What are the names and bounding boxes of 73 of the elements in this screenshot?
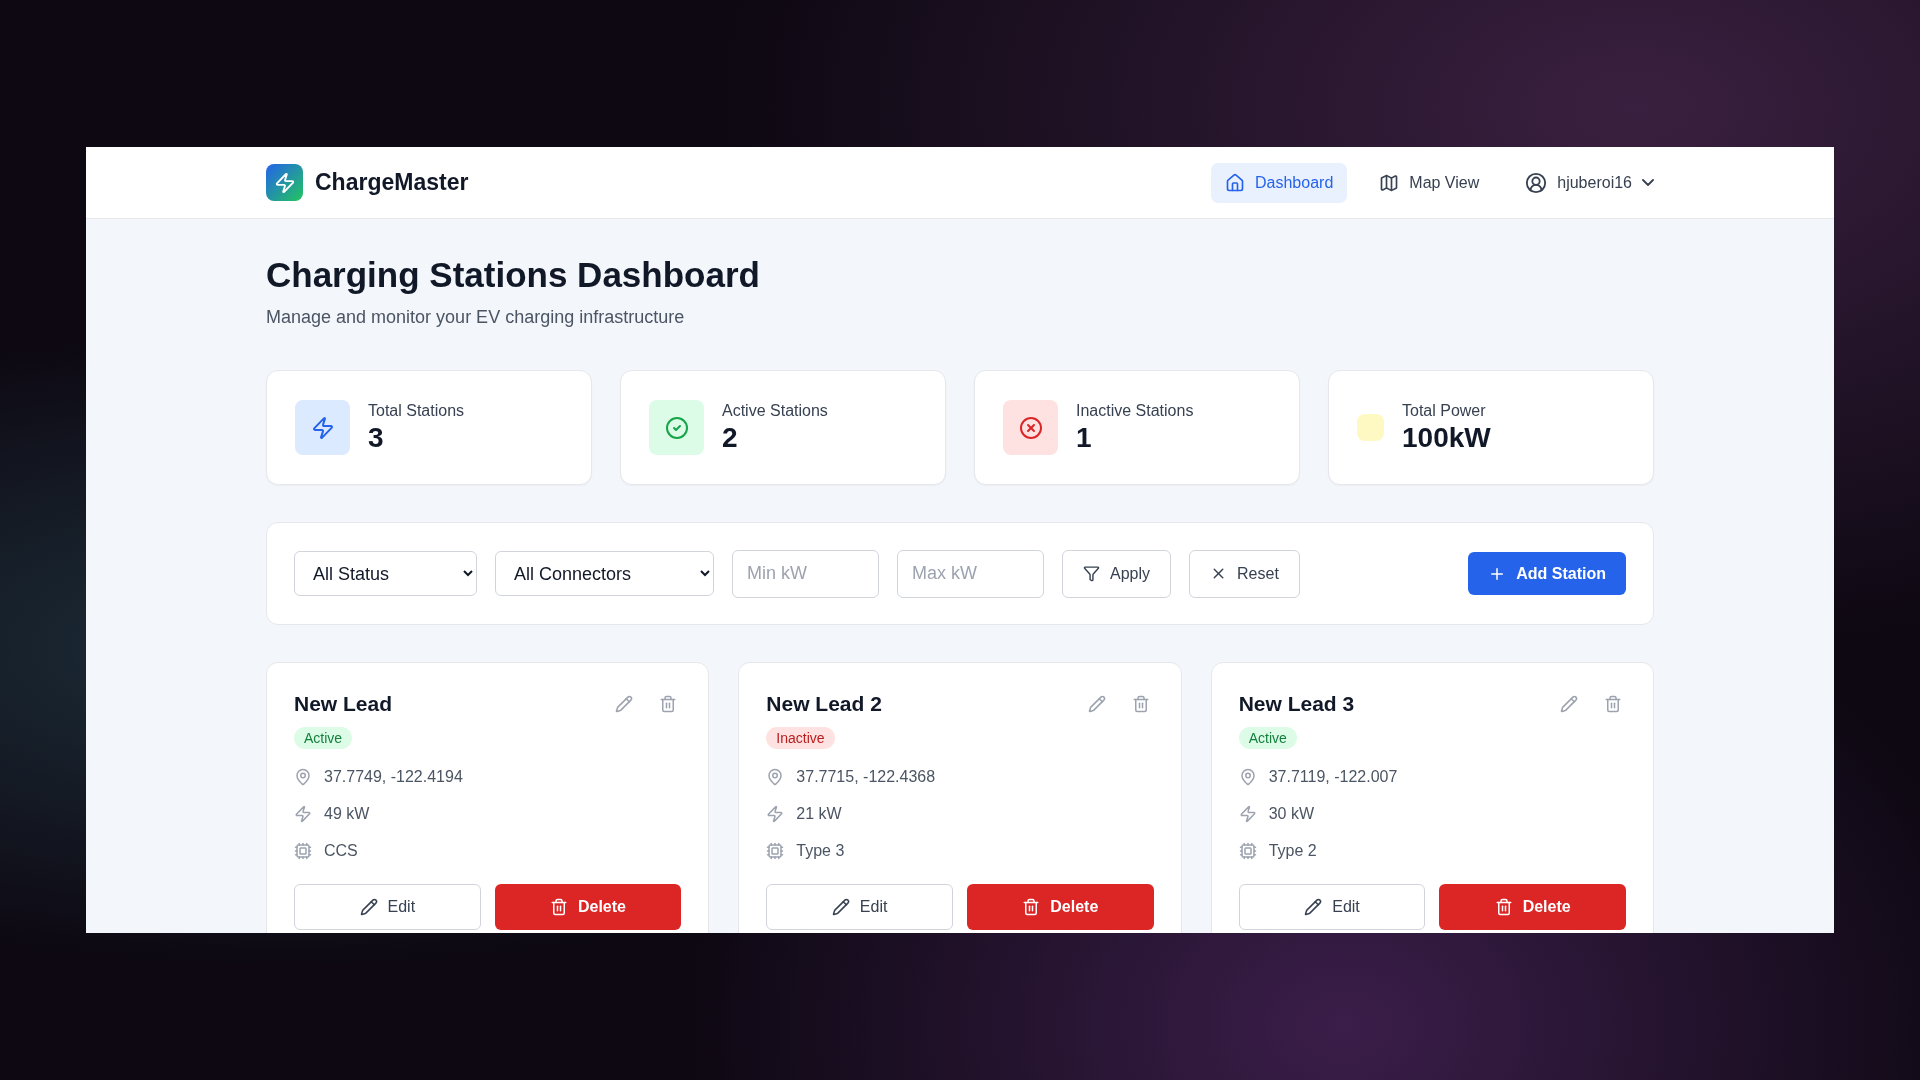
stat-value: 1: [1076, 421, 1093, 454]
trash-icon: [1604, 695, 1622, 713]
pencil-icon: [1560, 695, 1578, 713]
nav-link[interactable]: Map View: [1365, 162, 1494, 203]
station-power: 30 kW: [1268, 805, 1314, 823]
station-power: 49 kW: [324, 805, 370, 823]
station-connector: CCS: [324, 842, 358, 860]
trash-icon: [659, 695, 678, 713]
chevron-down-icon: [1642, 179, 1654, 186]
delete-button[interactable]: Delete: [967, 884, 1154, 930]
logo-icon: [266, 164, 303, 201]
delete-button[interactable]: Delete: [1439, 884, 1626, 930]
station-power: 21 kW: [796, 805, 842, 823]
user-icon: [1525, 171, 1548, 194]
station-connector: Type 2: [1268, 842, 1317, 860]
station-coordinates: 37.7749, -122.4194: [324, 768, 463, 786]
lightning-icon: [310, 415, 335, 440]
pencil-icon: [359, 898, 378, 916]
filter-icon: [1083, 565, 1100, 582]
trash-icon: [1131, 695, 1150, 713]
max-kw-field[interactable]: Max kW: [897, 549, 1044, 598]
pencil-icon: [615, 695, 634, 713]
trash-icon: [1494, 898, 1513, 916]
page-subtitle: Manage and monitor your EV charging infrastructure: [266, 307, 686, 328]
station-name: New Lead: [294, 692, 394, 716]
delete-button[interactable]: Delete: [494, 884, 682, 930]
status-badge: Inactive: [766, 727, 835, 749]
stat-value: 100kW: [1402, 421, 1491, 454]
station-connector: Type 3: [796, 842, 845, 860]
lightning-icon: [294, 805, 312, 823]
stat-label: Inactive Stations: [1076, 401, 1194, 420]
edit-button[interactable]: Edit: [294, 884, 481, 930]
home-icon: [1225, 172, 1245, 193]
page-title: Charging Stations Dashboard: [266, 255, 761, 295]
station-name: New Lead 3: [1238, 692, 1356, 716]
chip-icon: [294, 842, 312, 860]
x-circle-icon: [1018, 415, 1043, 440]
reset-button[interactable]: Reset: [1189, 549, 1300, 598]
brand-name: ChargeMaster: [315, 169, 469, 196]
chip-icon: [766, 842, 785, 860]
nav-link[interactable]: Dashboard: [1211, 162, 1348, 203]
chip-icon: [1238, 842, 1257, 860]
connector-select[interactable]: All Connectors: [495, 551, 714, 596]
location-pin-icon: [766, 768, 785, 786]
stat-label: Total Power: [1402, 401, 1487, 420]
stat-value: 3: [368, 421, 385, 454]
lightning-icon: [1238, 805, 1257, 823]
user-menu[interactable]: hjuberoi16: [1525, 161, 1654, 204]
apply-button[interactable]: Apply: [1062, 549, 1172, 598]
edit-button[interactable]: Edit: [1238, 884, 1426, 930]
status-select[interactable]: All Status: [294, 551, 477, 596]
lightning-icon: [766, 805, 785, 823]
map-icon: [1379, 172, 1400, 193]
power-swatch-icon: [1357, 414, 1384, 441]
station-coordinates: 37.7119, -122.007: [1268, 768, 1398, 786]
stat-value: 2: [722, 421, 739, 454]
station-name: New Lead 2: [766, 692, 883, 716]
location-pin-icon: [1238, 768, 1257, 786]
pencil-icon: [831, 898, 850, 916]
stat-label: Total Stations: [368, 401, 465, 420]
add-station-button[interactable]: Add Station: [1468, 552, 1626, 595]
status-badge: Active: [294, 727, 353, 749]
pencil-icon: [1304, 898, 1323, 916]
stat-label: Active Stations: [722, 401, 828, 420]
status-badge: Active: [1238, 727, 1297, 749]
check-circle-icon: [664, 415, 689, 440]
trash-icon: [1022, 898, 1041, 916]
pencil-icon: [1087, 695, 1106, 713]
trash-icon: [549, 898, 568, 916]
edit-button[interactable]: Edit: [766, 884, 953, 930]
location-pin-icon: [294, 768, 312, 786]
station-coordinates: 37.7715, -122.4368: [796, 768, 936, 786]
min-kw-field[interactable]: Min kW: [732, 549, 879, 598]
